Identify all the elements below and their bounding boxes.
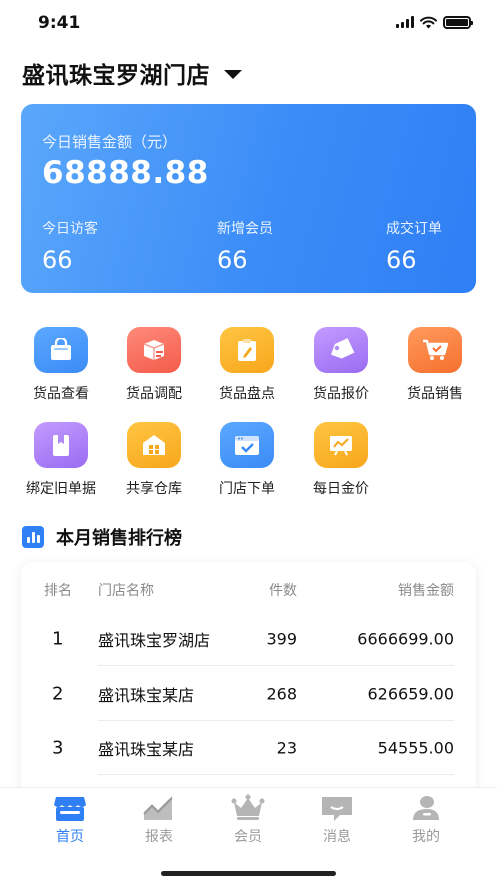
price-tag-icon [314,327,368,373]
func-label: 货品报价 [313,386,369,402]
func-label: 共享仓库 [126,481,182,497]
tab-label: 会员 [234,829,262,845]
home-indicator [161,871,336,876]
func-goods-inventory[interactable]: 货品盘点 [200,327,294,403]
signal-icon [396,16,414,28]
home-store-icon [53,794,87,822]
stat-value: 66 [42,246,73,274]
amount-cell: 6666699.00 [357,629,454,648]
message-icon [320,794,354,822]
battery-icon [443,15,473,29]
wifi-icon [420,16,437,28]
tab-label: 首页 [56,829,84,845]
column-header-amount: 销售金额 [398,583,454,599]
chart-icon [142,794,176,822]
ranking-title: 本月销售排行榜 [56,528,182,549]
column-header-rank: 排名 [44,583,72,599]
store-selector[interactable]: 盛讯珠宝罗湖门店 [22,56,242,90]
func-shared-warehouse[interactable]: 共享仓库 [107,422,201,498]
row-divider [98,774,454,775]
user-icon [409,794,443,822]
caret-down-icon [224,69,242,79]
rank-cell: 2 [52,683,64,704]
warehouse-icon [127,422,181,468]
crown-icon [231,794,265,822]
rank-cell: 1 [52,628,64,649]
func-label: 每日金价 [313,481,369,497]
amount-cell: 626659.00 [367,684,454,703]
status-bar: 9:41 [0,0,497,46]
stat-new-members: 新增会员 66 [217,218,273,274]
stat-value: 66 [217,246,248,274]
store-name: 盛讯珠宝罗湖门店 [22,63,210,89]
amount-cell: 54555.00 [377,738,454,757]
status-icons [396,15,473,29]
tab-label: 消息 [323,829,351,845]
stat-label: 成交订单 [386,221,442,237]
bottom-tab-bar: 首页 报表 会员 消息 我的 [0,787,497,883]
ranking-section-header: 本月销售排行榜 [22,524,182,550]
func-goods-transfer[interactable]: 货品调配 [107,327,201,403]
func-label: 货品盘点 [219,386,275,402]
tab-members[interactable]: 会员 [218,794,278,846]
store-name-cell: 盛讯珠宝某店 [98,685,195,705]
stat-label: 新增会员 [217,221,273,237]
bar-chart-icon [22,526,44,548]
tab-messages[interactable]: 消息 [307,794,367,846]
func-bind-old-receipt[interactable]: 绑定旧单据 [14,422,108,498]
func-label: 门店下单 [219,481,275,497]
trend-board-icon [314,422,368,468]
column-header-store: 门店名称 [98,583,154,599]
table-row[interactable]: 3 盛讯珠宝某店 23 54555.00 [21,720,476,775]
tab-label: 报表 [145,829,173,845]
document-bookmark-icon [34,422,88,468]
func-label: 货品查看 [33,386,89,402]
stat-value: 66 [386,246,417,274]
func-store-order[interactable]: 门店下单 [200,422,294,498]
tab-home[interactable]: 首页 [40,794,100,846]
stat-label: 今日访客 [42,221,98,237]
ranking-table: 排名 门店名称 件数 销售金额 1 盛讯珠宝罗湖店 399 6666699.00… [21,562,476,802]
table-row[interactable]: 1 盛讯珠宝罗湖店 399 6666699.00 [21,611,476,666]
table-row[interactable]: 2 盛讯珠宝某店 268 626659.00 [21,666,476,721]
sales-label: 今日销售金额（元） [42,133,178,151]
store-name-cell: 盛讯珠宝某店 [98,739,195,759]
qty-cell: 268 [266,684,297,703]
func-daily-gold-price[interactable]: 每日金价 [294,422,388,498]
func-label: 货品调配 [126,386,182,402]
stat-visitors: 今日访客 66 [42,218,98,274]
func-goods-quote[interactable]: 货品报价 [294,327,388,403]
sales-amount: 68888.88 [42,155,209,191]
qty-cell: 23 [276,738,297,757]
tab-label: 我的 [412,829,440,845]
clipboard-edit-icon [220,327,274,373]
box-transfer-icon [127,327,181,373]
column-header-qty: 件数 [269,583,297,599]
func-label: 绑定旧单据 [26,481,96,497]
tab-profile[interactable]: 我的 [396,794,456,846]
func-goods-view[interactable]: 货品查看 [14,327,108,403]
stat-orders: 成交订单 66 [386,218,442,274]
shopping-bag-icon [34,327,88,373]
tab-reports[interactable]: 报表 [129,794,189,846]
store-name-cell: 盛讯珠宝罗湖店 [98,630,211,650]
status-time: 9:41 [38,13,81,33]
qty-cell: 399 [266,629,297,648]
func-goods-sales[interactable]: 货品销售 [388,327,482,403]
sales-summary-card: 今日销售金额（元） 68888.88 今日访客 66 新增会员 66 成交订单 … [21,104,476,293]
shopping-cart-icon [408,327,462,373]
rank-cell: 3 [52,737,64,758]
browser-check-icon [220,422,274,468]
func-label: 货品销售 [407,386,463,402]
